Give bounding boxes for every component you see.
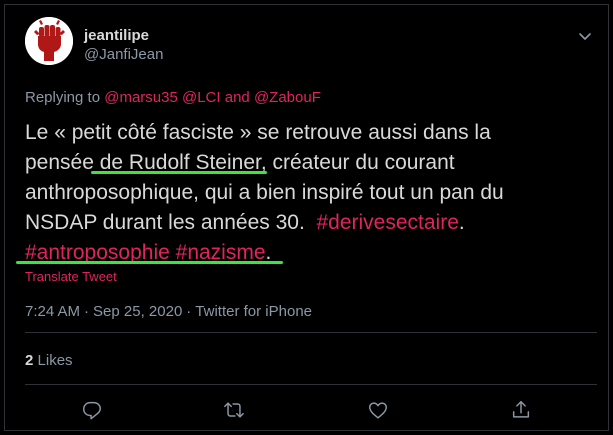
replying-prefix: Replying to bbox=[25, 89, 105, 106]
tweet-text-line2a: pensée bbox=[25, 151, 100, 174]
mention-lci[interactable]: @LCI bbox=[182, 89, 221, 106]
tweet-text-line1: Le « petit côté fasciste » se retrouve a… bbox=[25, 121, 491, 144]
likes-count[interactable]: 2 Likes bbox=[25, 352, 73, 369]
tweet-text-line3: anthroposophique, qui a bien inspiré tou… bbox=[25, 181, 504, 204]
likes-number: 2 bbox=[25, 352, 34, 369]
author-display-name[interactable]: jeantilipe bbox=[84, 27, 149, 44]
tweet-line-3: anthroposophique, qui a bien inspiré tou… bbox=[25, 178, 595, 208]
likes-label: Likes bbox=[37, 352, 73, 369]
tweet-card: jeantilipe @JanfiJean Replying to @marsu… bbox=[4, 4, 609, 431]
hashtag-derivesectaire[interactable]: #derivesectaire bbox=[316, 211, 458, 234]
retweet-icon[interactable] bbox=[223, 399, 245, 421]
highlight-underline-hashtags bbox=[16, 261, 283, 264]
tweet-text-line4: NSDAP durant les années 30. bbox=[25, 211, 317, 234]
meta-separator-2: · bbox=[186, 303, 192, 320]
tweet-meta: 7:24 AM · Sep 25, 2020 · Twitter for iPhone bbox=[25, 303, 312, 320]
tweet-text: Le « petit côté fasciste » se retrouve a… bbox=[25, 118, 595, 268]
more-options-chevron-icon[interactable] bbox=[576, 27, 594, 45]
share-icon[interactable] bbox=[510, 399, 532, 421]
translate-tweet-link[interactable]: Translate Tweet bbox=[25, 269, 117, 284]
raised-fist-icon bbox=[25, 17, 73, 65]
like-icon[interactable] bbox=[367, 399, 389, 421]
mention-marsu35[interactable]: @marsu35 bbox=[104, 89, 178, 106]
tweet-time[interactable]: 7:24 AM bbox=[25, 303, 80, 320]
tweet-source[interactable]: Twitter for iPhone bbox=[195, 303, 312, 320]
replying-to: Replying to @marsu35 @LCI and @ZabouF bbox=[25, 89, 321, 106]
divider-top bbox=[25, 332, 597, 333]
tweet-line-1: Le « petit côté fasciste » se retrouve a… bbox=[25, 118, 595, 148]
tweet-line-4: NSDAP durant les années 30. #derivesecta… bbox=[25, 208, 595, 238]
mention-zabouf[interactable]: @ZabouF bbox=[254, 89, 321, 106]
tweet-text-line4-end: . bbox=[458, 211, 465, 234]
highlight-underline-steiner bbox=[91, 171, 267, 174]
reply-icon[interactable] bbox=[81, 399, 103, 421]
meta-separator: · bbox=[84, 303, 90, 320]
tweet-date[interactable]: Sep 25, 2020 bbox=[93, 303, 182, 320]
divider-bottom bbox=[25, 384, 597, 385]
tweet-text-line2c: , créateur du courant bbox=[260, 151, 455, 174]
avatar[interactable] bbox=[25, 17, 73, 65]
author-handle[interactable]: @JanfiJean bbox=[84, 46, 163, 63]
mention-and: and bbox=[220, 89, 254, 106]
